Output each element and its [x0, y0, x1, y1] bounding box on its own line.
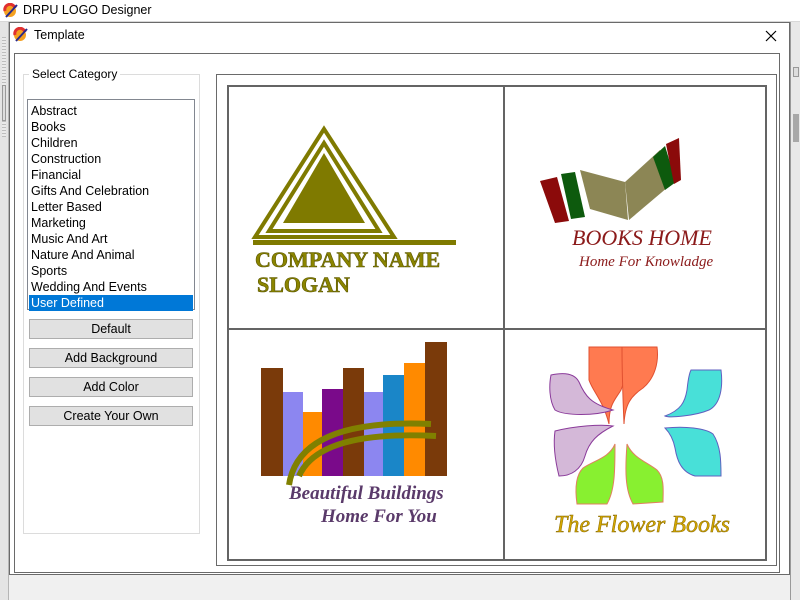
- baseline-bar: [253, 240, 456, 245]
- book-page-left: [580, 170, 628, 220]
- petal-coral-right: [621, 346, 658, 425]
- petal-cyan-bottom: [663, 426, 722, 477]
- scroll-thumb[interactable]: [2, 85, 6, 121]
- petal-lime-right: [625, 443, 664, 505]
- category-item[interactable]: Children: [29, 135, 193, 151]
- template-preview-frame: COMPANY NAME SLOGAN BOOKS HOME Home For …: [216, 74, 777, 566]
- category-item[interactable]: Music And Art: [29, 231, 193, 247]
- category-item[interactable]: Gifts And Celebration: [29, 183, 193, 199]
- category-item[interactable]: Sports: [29, 263, 193, 279]
- close-button[interactable]: [759, 25, 783, 47]
- petal-cyan-top: [663, 369, 723, 418]
- building-bar: [261, 368, 283, 476]
- flower-logo-graphic: The Flower Books: [549, 346, 730, 538]
- create-your-own-button[interactable]: Create Your Own: [29, 406, 193, 426]
- group-legend: Select Category: [29, 67, 121, 81]
- category-item[interactable]: Nature And Animal: [29, 247, 193, 263]
- add-background-button[interactable]: Add Background: [29, 348, 193, 368]
- right-scrollbar[interactable]: [790, 22, 800, 600]
- app-title: DRPU LOGO Designer: [23, 3, 152, 17]
- dialog-titlebar: Template: [10, 23, 789, 49]
- category-item[interactable]: Abstract: [29, 103, 193, 119]
- template-beautiful-buildings[interactable]: Beautiful Buildings Home For You: [229, 330, 505, 559]
- slogan-text: SLOGAN: [257, 272, 350, 297]
- select-category-group: Select Category Abstract Books Children Con…: [23, 67, 200, 534]
- template-grid: COMPANY NAME SLOGAN BOOKS HOME Home For …: [227, 85, 767, 561]
- company-name-text: COMPANY NAME: [255, 247, 440, 272]
- default-button[interactable]: Default: [29, 319, 193, 339]
- books-home-tagline: Home For Knowladge: [578, 254, 714, 270]
- category-item[interactable]: Marketing: [29, 215, 193, 231]
- dialog-body: Select Category Abstract Books Children Con…: [14, 53, 780, 573]
- template-dialog: Template Select Category Abstract Books Ch…: [9, 22, 790, 575]
- building-bar: [404, 363, 425, 476]
- category-item[interactable]: Books: [29, 119, 193, 135]
- triangle-logo-graphic: COMPANY NAME SLOGAN: [251, 125, 456, 297]
- app-logo-icon: [13, 27, 28, 42]
- category-listbox[interactable]: Abstract Books Children Construction Financi…: [27, 99, 195, 311]
- dialog-title: Template: [34, 28, 85, 42]
- category-item[interactable]: Construction: [29, 151, 193, 167]
- books-home-title: BOOKS HOME: [572, 225, 712, 250]
- building-bar: [343, 368, 364, 476]
- close-icon: [765, 30, 777, 42]
- template-company-name[interactable]: COMPANY NAME SLOGAN: [229, 87, 505, 330]
- template-flower-books[interactable]: The Flower Books: [505, 330, 765, 559]
- buildings-tagline: Home For You: [320, 506, 437, 527]
- category-item[interactable]: Letter Based: [29, 199, 193, 215]
- add-color-button[interactable]: Add Color: [29, 377, 193, 397]
- app-logo-icon: [3, 3, 18, 18]
- app-titlebar: DRPU LOGO Designer: [0, 0, 800, 22]
- flower-books-title: The Flower Books: [554, 512, 730, 538]
- template-books-home[interactable]: BOOKS HOME Home For Knowladge: [505, 87, 765, 330]
- category-item[interactable]: Financial: [29, 167, 193, 183]
- scroll-knob[interactable]: [793, 67, 799, 77]
- scroll-thumb[interactable]: [793, 114, 799, 142]
- buildings-logo-graphic: Beautiful Buildings Home For You: [261, 342, 447, 527]
- category-item[interactable]: Wedding And Events: [29, 279, 193, 295]
- building-bar: [425, 342, 447, 476]
- books-logo-graphic: BOOKS HOME Home For Knowladge: [540, 138, 714, 270]
- category-item[interactable]: User Defined: [29, 295, 193, 311]
- background-window-scrollbar[interactable]: [0, 22, 9, 600]
- buildings-title: Beautiful Buildings: [288, 483, 444, 504]
